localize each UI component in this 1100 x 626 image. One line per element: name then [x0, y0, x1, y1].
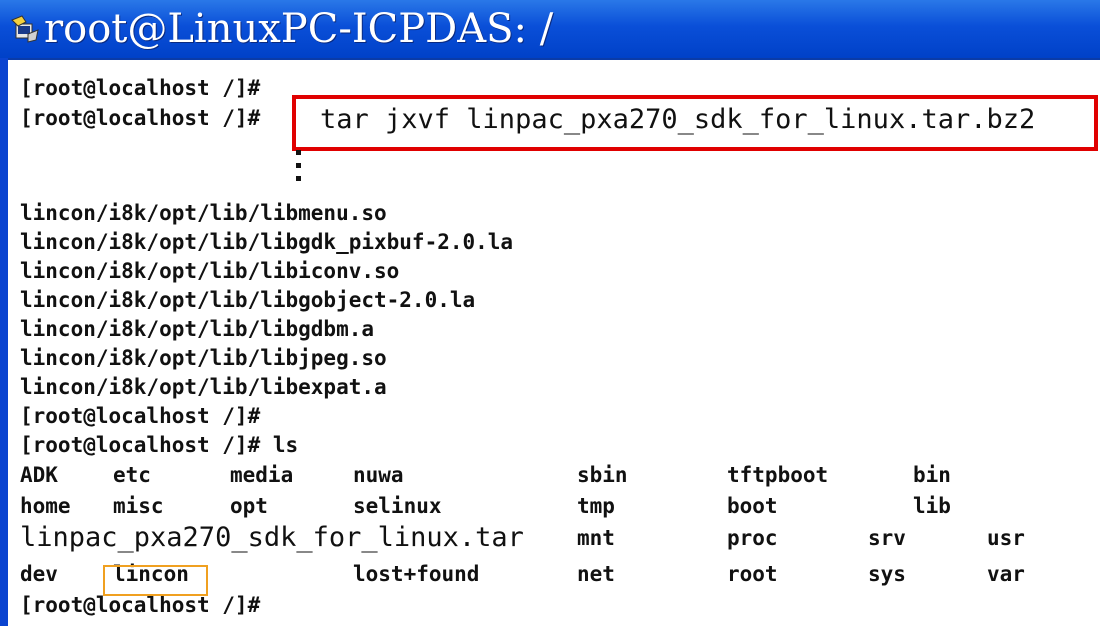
window-title: root@LinuxPC-ICPDAS: / [44, 6, 554, 52]
output-line: lincon/i8k/opt/lib/libmenu.so [20, 201, 387, 225]
ls-entry: media [230, 463, 294, 487]
ls-entry: usr [987, 526, 1025, 550]
title-bar[interactable]: root@LinuxPC-ICPDAS: / [0, 0, 1100, 60]
ls-entry: misc [113, 494, 164, 518]
ls-entry: home [20, 494, 71, 518]
ls-entry: sbin [577, 463, 628, 487]
ls-entry: lib [913, 494, 951, 518]
ls-entry: etc [113, 463, 151, 487]
ls-entry: srv [868, 526, 906, 550]
ls-entry: selinux [353, 494, 442, 518]
window-left-border [0, 58, 8, 626]
putty-icon [11, 15, 39, 43]
ls-entry: lost+found [353, 562, 480, 586]
ls-entry: opt [230, 494, 268, 518]
lincon-highlight-box [103, 565, 208, 596]
ellipsis-dots [296, 150, 304, 192]
ls-entry: bin [913, 463, 951, 487]
ls-entry: var [987, 562, 1025, 586]
ls-entry: linpac_pxa270_sdk_for_linux.tar [20, 522, 524, 553]
ls-entry: net [577, 562, 615, 586]
output-line: lincon/i8k/opt/lib/libexpat.a [20, 375, 387, 399]
ls-entry: sys [868, 562, 906, 586]
ls-entry: dev [20, 562, 58, 586]
output-line: lincon/i8k/opt/lib/libiconv.so [20, 259, 400, 283]
ls-command-line: [root@localhost /]# ls [20, 433, 299, 457]
output-line: lincon/i8k/opt/lib/libgdk_pixbuf-2.0.la [20, 230, 514, 254]
tar-command-text: tar jxvf linpac_pxa270_sdk_for_linux.tar… [320, 104, 1036, 135]
ls-entry: tmp [577, 494, 615, 518]
terminal-window: root@LinuxPC-ICPDAS: / [root@localhost /… [0, 0, 1100, 626]
ls-entry: root [727, 562, 778, 586]
ls-entry: ADK [20, 463, 58, 487]
output-line: lincon/i8k/opt/lib/libgdbm.a [20, 317, 375, 341]
final-prompt-line: [root@localhost /]# [20, 593, 261, 617]
ls-entry: proc [727, 526, 778, 550]
ls-entry: mnt [577, 526, 615, 550]
prompt-line: [root@localhost /]# [20, 404, 261, 428]
ls-entry: tftpboot [727, 463, 829, 487]
ls-entry: nuwa [353, 463, 404, 487]
prompt-line: [root@localhost /]# [20, 76, 261, 100]
ls-entry: boot [727, 494, 778, 518]
output-line: lincon/i8k/opt/lib/libjpeg.so [20, 346, 387, 370]
output-line: lincon/i8k/opt/lib/libgobject-2.0.la [20, 288, 476, 312]
prompt-line: [root@localhost /]# [20, 106, 261, 130]
